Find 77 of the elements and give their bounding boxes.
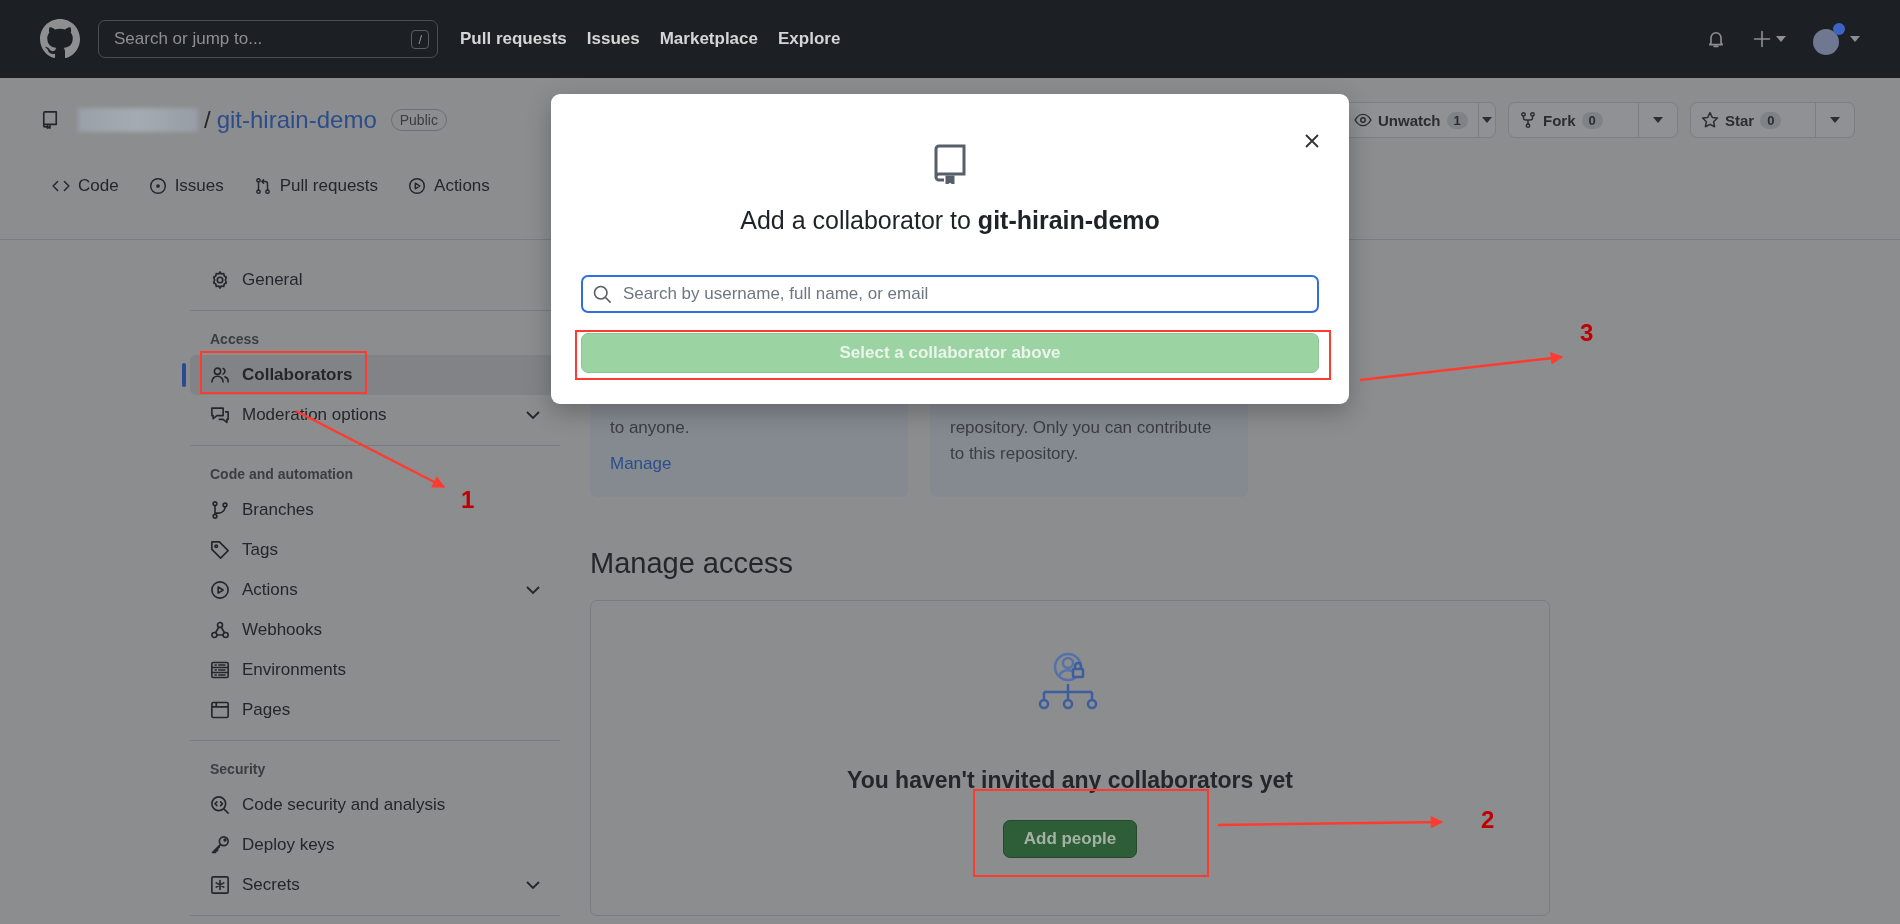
caret-icon: [1776, 36, 1786, 42]
action-label: Unwatch: [1378, 111, 1441, 129]
search-icon: [592, 284, 612, 304]
add-people-button[interactable]: Add people: [1002, 820, 1138, 858]
counter: 0: [1760, 111, 1782, 129]
avatar-icon: [1812, 22, 1846, 56]
action-label: Fork: [1543, 111, 1576, 129]
section-title: Manage access: [590, 547, 795, 580]
section-heading: Code and automation: [210, 465, 354, 484]
webhook-icon: [210, 620, 230, 640]
sidebar-item[interactable]: Environments: [190, 650, 378, 690]
empty-state-text: You haven't invited any collaborators yet: [847, 767, 1293, 794]
caret-icon: [1850, 36, 1860, 42]
repo-tab[interactable]: Actions: [406, 172, 492, 202]
eye-icon: [1354, 111, 1372, 129]
repo-name-link[interactable]: git-hirain-demo: [216, 106, 377, 134]
shield-search-icon: [210, 795, 230, 815]
sidebar-item[interactable]: Webhooks: [190, 610, 354, 650]
fork-icon: [1519, 111, 1537, 129]
step-number: 3: [1580, 321, 1594, 345]
tag-icon: [210, 540, 230, 560]
nav-link[interactable]: Pull requests: [460, 29, 567, 49]
gear-icon: [210, 270, 230, 290]
people-icon: [210, 365, 230, 385]
caret-icon: [1830, 117, 1840, 123]
book-icon: [933, 144, 967, 184]
play-icon: [210, 580, 230, 600]
user-menu[interactable]: [1812, 22, 1860, 56]
caret-icon: [1653, 117, 1663, 123]
search-field[interactable]: Search by username, full name, or email: [581, 275, 1319, 313]
repo-icon: [40, 110, 60, 130]
server-icon: [210, 660, 230, 680]
branch-icon: [210, 500, 230, 520]
sidebar-item[interactable]: Code security and analysis: [190, 785, 478, 825]
counter: 0: [1581, 111, 1603, 129]
plus-icon: [1752, 29, 1772, 49]
sidebar-item[interactable]: Secrets: [190, 865, 560, 905]
card-text: repository. Only you can contribute: [950, 417, 1213, 439]
section-heading: Security: [210, 760, 266, 779]
step-number: 2: [1481, 808, 1495, 832]
nav-link[interactable]: Explore: [778, 29, 841, 49]
nav-link[interactable]: Marketplace: [659, 29, 758, 49]
sidebar-item[interactable]: Tags: [190, 530, 310, 570]
shortcut-key: /: [411, 29, 429, 49]
key-icon: [210, 835, 230, 855]
card-text: to anyone.: [610, 417, 691, 439]
step-number: 1: [461, 488, 475, 512]
comment-icon: [210, 405, 230, 425]
sidebar-item[interactable]: Branches: [190, 490, 346, 530]
repo-action-button[interactable]: Fork 0: [1508, 102, 1678, 138]
repo-tab[interactable]: Pull requests: [251, 172, 381, 202]
repo-tab[interactable]: Code: [50, 172, 121, 202]
nav-link[interactable]: Issues: [586, 29, 640, 49]
sidebar-item[interactable]: Deploy keys: [190, 825, 367, 865]
counter: 1: [1446, 111, 1468, 129]
bell-icon: [1706, 29, 1726, 49]
pull-request-icon: [253, 177, 272, 195]
repo-action-button[interactable]: Star 0: [1690, 102, 1855, 138]
repo-tab[interactable]: Issues: [146, 172, 226, 202]
sidebar-item[interactable]: Pages: [190, 690, 323, 730]
logo-icon[interactable]: [40, 19, 80, 59]
action-label: Star: [1725, 111, 1755, 129]
section-heading: Access: [210, 330, 260, 349]
path-separator: /: [204, 106, 211, 134]
play-icon: [408, 177, 427, 195]
sidebar-item[interactable]: Actions: [190, 570, 560, 610]
star-icon: [1701, 111, 1719, 129]
dialog-title: Add a collaborator to git-hirain-demo: [740, 206, 1160, 235]
browser-icon: [210, 700, 230, 720]
create-menu[interactable]: [1752, 29, 1786, 49]
caret-icon: [1481, 117, 1492, 123]
search-field[interactable]: Search or jump to... /: [98, 20, 438, 58]
issue-icon: [148, 177, 167, 195]
manage-link[interactable]: Manage: [610, 451, 672, 477]
asterisk-icon: [210, 875, 230, 895]
sidebar-item[interactable]: General: [190, 260, 335, 300]
card-text: to this repository.: [950, 443, 1080, 465]
